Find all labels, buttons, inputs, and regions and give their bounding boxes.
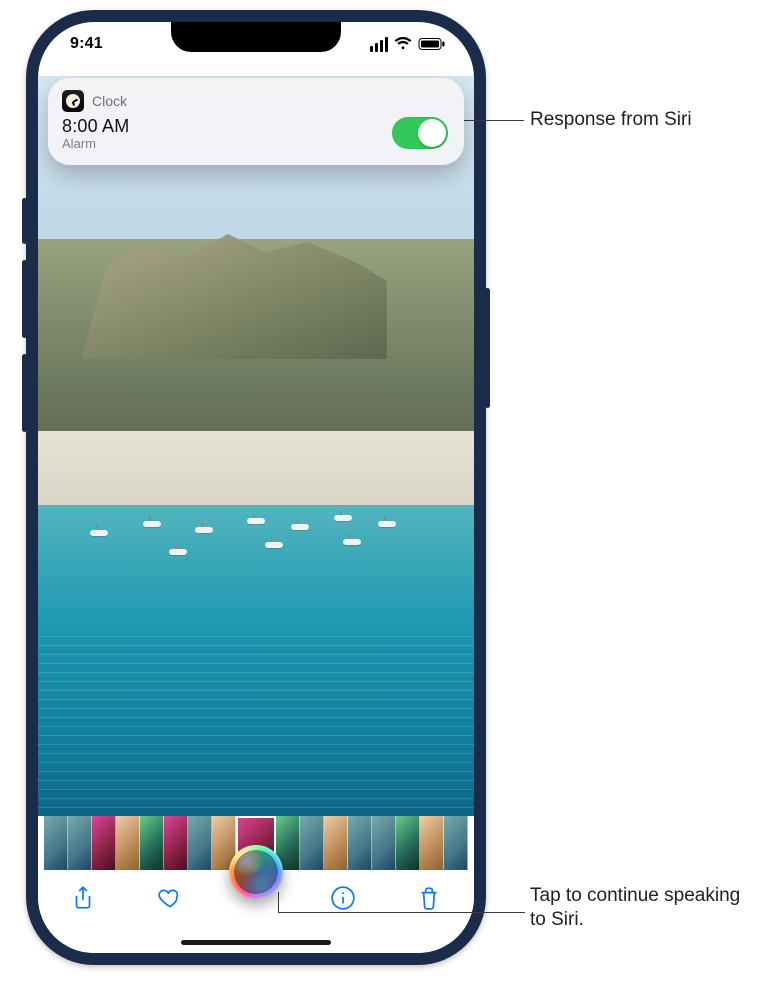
volume-up-button [22,260,27,338]
thumbnail[interactable] [348,816,372,870]
photo-view[interactable] [38,76,474,816]
alarm-time: 8:00 AM [62,116,129,137]
screen: 9:41 [38,22,474,953]
iphone-device-frame: 9:41 [26,10,486,965]
thumbnail[interactable] [164,816,188,870]
thumbnail[interactable] [420,816,444,870]
status-right [370,37,446,52]
thumbnail[interactable] [116,816,140,870]
info-button[interactable] [328,885,358,911]
status-time: 9:41 [70,35,103,53]
thumbnail[interactable] [372,816,396,870]
alarm-subtitle: Alarm [62,136,129,151]
callout-response-label: Response from Siri [530,108,692,132]
siri-response-card[interactable]: Clock 8:00 AM Alarm [48,78,464,165]
thumbnail[interactable] [44,816,68,870]
notch [171,22,341,52]
mute-switch [22,198,27,244]
cellular-signal-icon [370,37,388,52]
siri-orb-button[interactable] [229,845,283,899]
delete-button[interactable] [414,885,444,911]
share-button[interactable] [68,885,98,911]
thumbnail[interactable] [188,816,212,870]
thumbnail[interactable] [444,816,468,870]
clock-app-icon [62,90,84,112]
callout-line [278,892,279,912]
callout-line [460,120,524,121]
battery-icon [418,37,446,51]
thumbnail[interactable] [92,816,116,870]
callout-line [278,912,525,913]
thumbnail[interactable] [324,816,348,870]
callout-tap-label: Tap to continue speaking to Siri. [530,884,760,933]
thumbnail[interactable] [68,816,92,870]
alarm-toggle[interactable] [392,117,448,149]
thumbnail[interactable] [396,816,420,870]
thumbnail[interactable] [300,816,324,870]
favorite-button[interactable] [155,885,185,911]
home-indicator[interactable] [181,940,331,945]
card-app-name: Clock [92,93,127,109]
volume-down-button [22,354,27,432]
side-button [485,288,490,408]
thumbnail[interactable] [140,816,164,870]
wifi-icon [394,37,412,51]
